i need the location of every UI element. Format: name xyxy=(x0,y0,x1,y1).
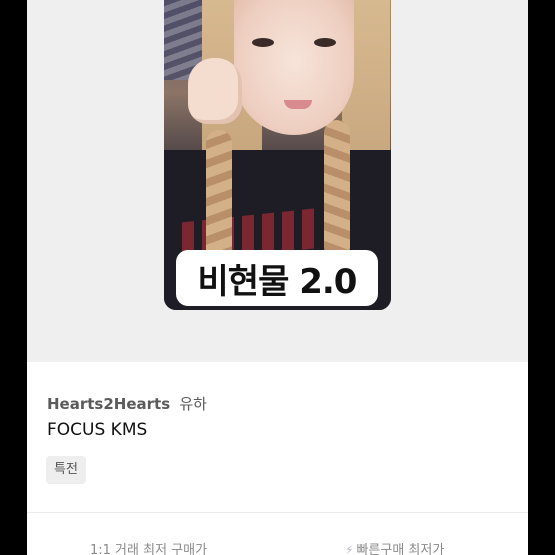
price-row: 1:1 거래 최저 구매가 ⚡ 빠른구매 최저가 xyxy=(27,513,528,555)
photo-braid-left xyxy=(206,130,232,270)
photocard-label: 비현물 2.0 xyxy=(176,250,378,306)
quick-buy-lowest-label: ⚡ 빠른구매 최저가 xyxy=(345,539,444,555)
artist-line: Hearts2Hearts 유하 xyxy=(47,393,207,414)
benefit-tag: 특전 xyxy=(46,456,86,484)
product-name: FOCUS KMS xyxy=(47,420,148,440)
photo-eye-right xyxy=(314,38,336,47)
photo-mouth xyxy=(284,100,312,109)
lowest-price-1to1-label: 1:1 거래 최저 구매가 xyxy=(90,543,208,555)
photo-eye-left xyxy=(252,38,274,47)
photo-face xyxy=(234,0,354,135)
photo-braid-right xyxy=(324,120,350,260)
photocard-image: 비현물 2.0 xyxy=(164,0,391,310)
product-image-area[interactable]: 비현물 2.0 xyxy=(27,0,528,362)
product-info: Hearts2Hearts 유하 FOCUS KMS 특전 1:1 거래 최저 … xyxy=(27,362,528,555)
bolt-icon: ⚡ xyxy=(345,543,354,555)
quick-buy-text: 빠른구매 최저가 xyxy=(356,543,445,555)
group-name: Hearts2Hearts xyxy=(47,395,171,413)
product-card[interactable]: 비현물 2.0 Hearts2Hearts 유하 FOCUS KMS 특전 1:… xyxy=(27,0,528,555)
photo-hand xyxy=(188,58,242,124)
member-name: 유하 xyxy=(179,395,207,413)
